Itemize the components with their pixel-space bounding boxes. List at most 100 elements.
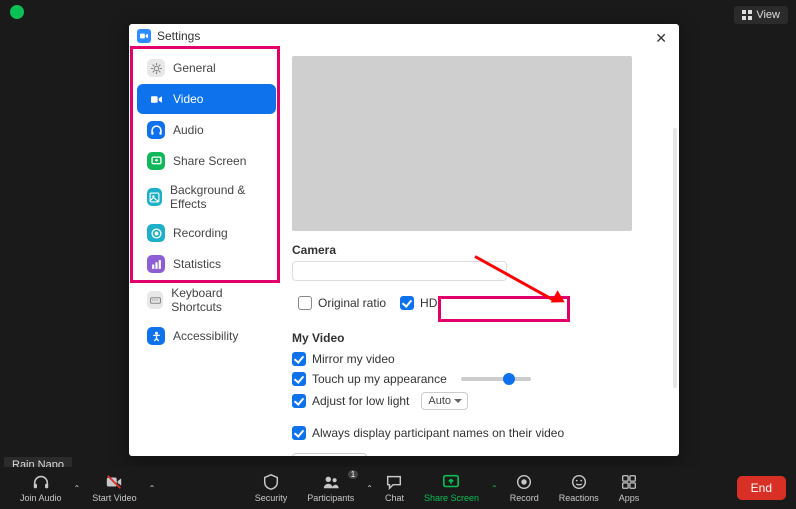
checkbox-icon <box>292 372 306 386</box>
close-icon[interactable]: ✕ <box>651 28 671 49</box>
checkbox-icon <box>292 394 306 408</box>
scrollbar[interactable] <box>673 128 677 388</box>
sidebar-item-background-effects[interactable]: Background & Effects <box>137 177 276 217</box>
sidebar-item-label: Background & Effects <box>170 183 266 211</box>
chat-button[interactable]: Chat <box>375 473 414 503</box>
accessibility-icon <box>147 327 165 345</box>
mirror-video-checkbox[interactable]: Mirror my video <box>292 349 665 369</box>
sidebar-item-video[interactable]: Video <box>137 84 276 114</box>
video-icon <box>147 90 165 108</box>
sidebar-item-label: General <box>173 61 216 75</box>
chat-label: Chat <box>385 493 404 503</box>
share-screen-icon <box>147 152 165 170</box>
share-screen-label: Share Screen <box>424 493 479 503</box>
reactions-button[interactable]: Reactions <box>549 473 609 503</box>
encryption-shield-icon[interactable] <box>10 5 24 19</box>
view-label: View <box>756 9 780 21</box>
my-video-section-label: My Video <box>292 331 665 345</box>
camera-options-row: Original ratio HD <box>292 287 665 319</box>
settings-titlebar: Settings ✕ <box>129 24 679 48</box>
sidebar-item-audio[interactable]: Audio <box>137 115 276 145</box>
start-video-label: Start Video <box>92 493 136 503</box>
meeting-toolbar: Join Audio ⌃ Start Video ⌃ Security 1 Par… <box>0 467 796 509</box>
participants-button[interactable]: 1 Participants <box>297 473 364 503</box>
lowlight-label: Adjust for low light <box>312 394 409 408</box>
start-video-button[interactable]: Start Video <box>82 473 146 503</box>
sidebar-item-label: Recording <box>173 226 228 240</box>
low-light-checkbox[interactable]: Adjust for low light Auto <box>292 389 665 413</box>
advanced-button[interactable]: Advanced <box>292 453 367 456</box>
share-screen-icon <box>442 473 460 491</box>
audio-caret-icon[interactable]: ⌃ <box>72 484 83 493</box>
participants-caret-icon[interactable]: ⌃ <box>364 484 375 493</box>
touchup-slider[interactable] <box>461 377 531 381</box>
shield-icon <box>262 473 280 491</box>
chat-icon <box>385 473 403 491</box>
sidebar-item-label: Share Screen <box>173 154 246 168</box>
reactions-icon <box>570 473 588 491</box>
reactions-label: Reactions <box>559 493 599 503</box>
view-layout-button[interactable]: View <box>734 6 788 24</box>
apps-label: Apps <box>619 493 640 503</box>
headphones-icon <box>147 121 165 139</box>
keyboard-icon <box>147 291 163 309</box>
sidebar-item-label: Audio <box>173 123 204 137</box>
record-icon <box>147 224 165 242</box>
gear-icon <box>147 59 165 77</box>
video-caret-icon[interactable]: ⌃ <box>147 484 158 493</box>
settings-body: General Video Audio Share Screen Backgro… <box>129 48 679 456</box>
settings-dialog: Settings ✕ General Video Audio Share Scr… <box>129 24 679 456</box>
original-ratio-checkbox[interactable]: Original ratio <box>298 293 386 313</box>
settings-content: Camera Original ratio HD My Video Mirror… <box>284 48 679 456</box>
touchup-label: Touch up my appearance <box>312 372 447 386</box>
apps-icon <box>620 473 638 491</box>
checkbox-icon <box>400 296 414 310</box>
zoom-app-icon <box>137 29 151 43</box>
background-icon <box>147 188 162 206</box>
share-caret-icon[interactable]: ⌃ <box>489 484 500 493</box>
sidebar-item-label: Keyboard Shortcuts <box>171 286 266 314</box>
record-icon <box>515 473 533 491</box>
touch-up-checkbox[interactable]: Touch up my appearance <box>292 369 665 389</box>
sidebar-item-general[interactable]: General <box>137 53 276 83</box>
slider-thumb[interactable] <box>503 373 515 385</box>
record-button[interactable]: Record <box>500 473 549 503</box>
statistics-icon <box>147 255 165 273</box>
sidebar-item-statistics[interactable]: Statistics <box>137 249 276 279</box>
participants-count-badge: 1 <box>348 470 358 479</box>
security-label: Security <box>255 493 288 503</box>
video-off-icon <box>105 473 123 491</box>
camera-select[interactable] <box>292 261 507 281</box>
checkbox-icon <box>292 426 306 440</box>
participants-icon <box>322 473 340 491</box>
checkbox-icon <box>298 296 312 310</box>
hd-checkbox[interactable]: HD <box>400 293 437 313</box>
low-light-mode-select[interactable]: Auto <box>421 392 468 410</box>
sidebar-item-accessibility[interactable]: Accessibility <box>137 321 276 351</box>
app-topbar <box>0 0 796 24</box>
sidebar-item-share-screen[interactable]: Share Screen <box>137 146 276 176</box>
settings-title: Settings <box>157 29 200 43</box>
security-button[interactable]: Security <box>245 473 298 503</box>
sidebar-item-label: Video <box>173 92 203 106</box>
show-names-checkbox[interactable]: Always display participant names on thei… <box>292 423 665 443</box>
join-audio-button[interactable]: Join Audio <box>10 473 72 503</box>
grid-icon <box>742 10 752 20</box>
sidebar-item-label: Statistics <box>173 257 221 271</box>
checkbox-icon <box>292 352 306 366</box>
share-screen-button[interactable]: Share Screen <box>414 473 489 503</box>
hd-label: HD <box>420 296 437 310</box>
end-meeting-button[interactable]: End <box>737 476 786 500</box>
participants-label: Participants <box>307 493 354 503</box>
camera-section-label: Camera <box>292 243 665 257</box>
mirror-label: Mirror my video <box>312 352 395 366</box>
apps-button[interactable]: Apps <box>609 473 650 503</box>
show-names-label: Always display participant names on thei… <box>312 426 564 440</box>
video-preview <box>292 56 632 231</box>
sidebar-item-recording[interactable]: Recording <box>137 218 276 248</box>
join-audio-label: Join Audio <box>20 493 62 503</box>
headphones-icon <box>32 473 50 491</box>
sidebar-item-keyboard-shortcuts[interactable]: Keyboard Shortcuts <box>137 280 276 320</box>
record-label: Record <box>510 493 539 503</box>
original-ratio-label: Original ratio <box>318 296 386 310</box>
